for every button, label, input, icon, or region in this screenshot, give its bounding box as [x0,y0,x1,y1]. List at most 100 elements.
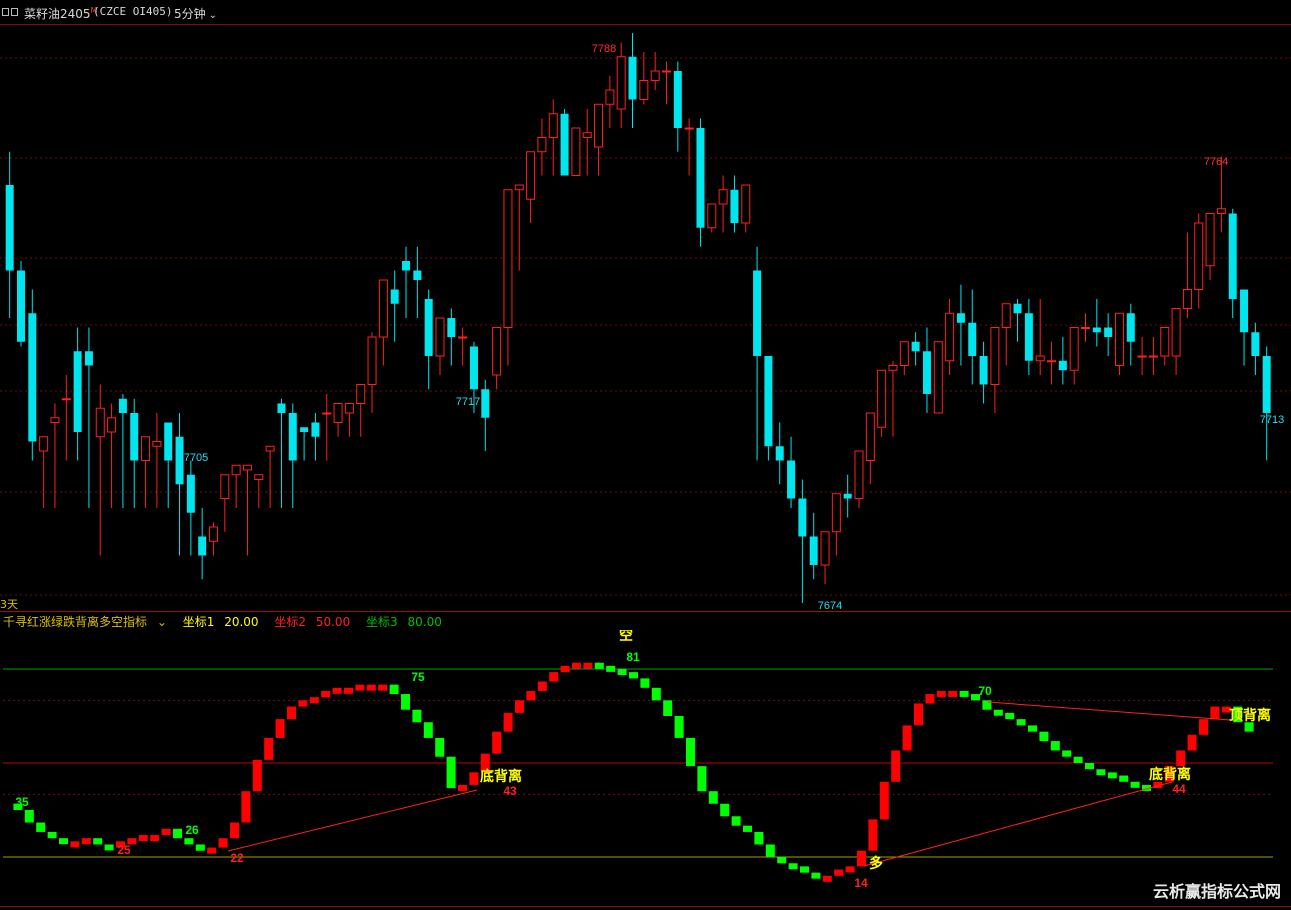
candle [865,412,875,485]
indicator-bar [754,831,764,845]
candle [753,246,762,461]
indicator-bar [36,822,46,832]
indicator-bar [59,838,68,845]
candle [209,522,219,556]
candle [1058,337,1067,385]
indicator-bar [959,690,969,697]
indicator-bar [902,725,912,751]
indicator-bar [914,703,923,726]
indicator-bar [1005,712,1015,720]
candle [447,308,456,366]
indicator-name[interactable]: 千寻红涨绿跌背离多空指标 ⌄ [3,615,173,629]
indicator-bar [423,722,433,738]
candle [628,33,637,128]
candle [231,464,241,508]
candle [1024,299,1033,375]
price-marker: 7713 [1260,414,1284,426]
candle [1171,308,1181,375]
indicator-bar [309,697,319,704]
candle [1047,341,1057,385]
price-marker: 7764 [1204,156,1228,168]
indicator-bar [389,684,399,695]
candle [1251,322,1260,375]
candle [50,403,60,508]
candle [911,332,920,366]
candle [1092,299,1101,347]
indicator-bar [287,706,296,720]
candle [198,508,207,580]
candle [481,379,490,451]
candlestick-chart[interactable]: 7788 7705 7717 7674 7764 7713 [0,25,1291,611]
indicator-bar [845,866,855,873]
indicator-bar [629,672,638,679]
indicator-bar [697,766,707,792]
indicator-bar [70,841,80,848]
indicator-bar [617,669,627,675]
pane-divider[interactable] [0,611,1291,612]
indicator-bar [469,772,479,785]
candle [956,284,965,366]
candle [787,436,796,508]
candle [1104,313,1113,356]
indicator-bar [1016,719,1026,726]
indicator-bar [378,684,388,691]
indicator-bar [879,781,889,820]
indicator-bar [936,690,946,697]
candle [5,151,14,318]
candle [1228,208,1237,318]
signal-label: 顶背离 [1229,707,1271,724]
candle [594,103,604,176]
indicator-bar [1096,769,1106,776]
price-marker: 7705 [184,452,208,464]
indicator-value-label: 26 [185,823,199,837]
price-marker: 7674 [818,600,842,611]
candle [73,327,82,461]
indicator-bar [161,828,171,836]
candle [888,360,898,437]
candle [378,279,388,366]
candle [1001,303,1011,366]
indicator-chart[interactable]: 35252622754381147044底背离空多底背离顶背离 [0,630,1291,906]
candle [28,289,37,461]
bottom-border [0,906,1291,907]
indicator-bar [93,838,103,845]
indicator-bar [1039,731,1049,742]
candle [605,75,615,128]
candle [820,531,830,584]
candle [344,403,354,437]
indicator-bar [800,866,809,873]
candle [402,246,411,318]
indicator-bar [252,759,262,792]
candle [1262,346,1271,461]
instrument-name[interactable]: 菜籽油2405M [24,5,97,22]
indicator-bar [788,863,798,870]
candle [390,270,399,342]
candle [435,317,445,375]
indicator-bar [834,869,844,876]
candle [775,422,784,485]
period-selector[interactable]: 5分钟 ⌄ [174,5,217,22]
indicator-value-label: 35 [15,795,29,809]
candle [39,436,49,508]
indicator-bar [401,694,410,710]
candle [186,460,195,556]
indicator-value-label: 81 [626,650,640,664]
period-cut-label: 3天 [0,598,18,611]
candle [548,99,558,176]
indicator-bar [686,737,695,767]
indicator-bar [993,709,1003,716]
indicator-bar [777,857,787,864]
indicator-bar [743,825,752,832]
chevron-down-icon: ⌄ [153,615,167,629]
indicator-bar [651,687,661,701]
indicator-value-label: 43 [503,784,517,798]
candle [979,341,988,404]
indicator-bar [104,844,114,851]
indicator-bar [1199,719,1208,735]
window-icon[interactable] [2,8,18,16]
coord1-readout: 坐标1 20.00 [182,615,259,629]
candle [333,403,343,437]
signal-label: 底背离 [480,768,522,785]
indicator-bar [412,709,422,723]
candle [220,474,230,532]
